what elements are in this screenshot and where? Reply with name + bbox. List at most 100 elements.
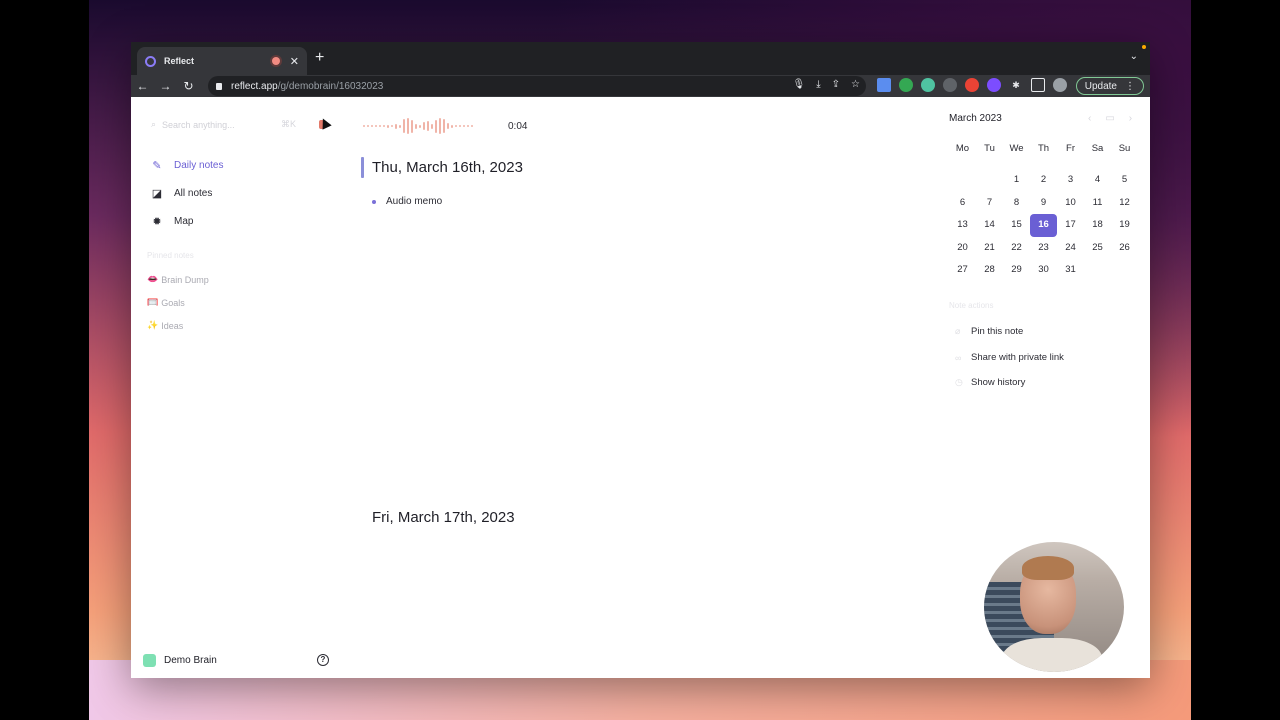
forward-button[interactable]: → bbox=[154, 79, 177, 93]
waveform-bar bbox=[391, 125, 393, 127]
pin-note-action[interactable]: ⌀ Pin this note bbox=[955, 326, 1023, 337]
calendar-day[interactable]: 20 bbox=[949, 237, 976, 260]
calendar-day[interactable]: 7 bbox=[976, 192, 1003, 215]
profile-avatar[interactable] bbox=[1053, 78, 1067, 92]
note-actions-heading: Note actions bbox=[949, 301, 994, 310]
share-icon[interactable]: ⇪ bbox=[832, 79, 840, 90]
sidebar-item-label: Daily notes bbox=[174, 160, 224, 171]
grammar-extension-icon[interactable] bbox=[921, 78, 935, 92]
calendar-day[interactable]: 25 bbox=[1084, 237, 1111, 260]
purple-extension-icon[interactable] bbox=[987, 78, 1001, 92]
calendar-day[interactable]: 19 bbox=[1111, 214, 1138, 237]
pinned-note-ideas[interactable]: ✨ Ideas bbox=[147, 320, 183, 331]
waveform-bar bbox=[375, 125, 377, 127]
calendar-weekday: Tu bbox=[984, 143, 995, 154]
calendar-month-title: March 2023 bbox=[949, 113, 1002, 124]
bookmark-star-icon[interactable]: ☆ bbox=[851, 79, 860, 90]
calendar-day[interactable]: 18 bbox=[1084, 214, 1111, 237]
share-link-action[interactable]: ∞ Share with private link bbox=[955, 352, 1064, 363]
waveform-bar bbox=[451, 124, 453, 128]
waveform-bar bbox=[411, 119, 413, 133]
calendar-day[interactable]: 21 bbox=[976, 237, 1003, 260]
omnibox-actions: 🎙 ⤓ ⇪ ☆ bbox=[793, 79, 860, 90]
sidepanel-icon[interactable] bbox=[1031, 78, 1045, 92]
back-button[interactable]: ← bbox=[131, 79, 154, 93]
search-bar[interactable]: ⌕ Search anything... ⌘K bbox=[151, 119, 296, 130]
waveform-bar bbox=[435, 119, 437, 133]
pinned-note-goals[interactable]: 🥅 Goals bbox=[147, 297, 185, 308]
calendar-day[interactable]: 10 bbox=[1057, 192, 1084, 215]
sidebar-item-all-notes[interactable]: ◪ All notes bbox=[151, 187, 213, 200]
waveform-bar bbox=[403, 119, 405, 133]
prev-month-icon[interactable]: ‹ bbox=[1088, 113, 1091, 124]
waveform-bar bbox=[415, 123, 417, 129]
calendar-day[interactable]: 31 bbox=[1057, 259, 1084, 282]
calendar-day[interactable]: 26 bbox=[1111, 237, 1138, 260]
show-history-action[interactable]: ◷ Show history bbox=[955, 377, 1025, 388]
calendar-day[interactable]: 6 bbox=[949, 192, 976, 215]
tab-reflect[interactable]: Reflect ✕ bbox=[137, 47, 307, 75]
calendar-day[interactable]: 13 bbox=[949, 214, 976, 237]
waveform-bar bbox=[399, 124, 401, 128]
calendar-day[interactable]: 3 bbox=[1057, 169, 1084, 192]
action-label: Share with private link bbox=[971, 352, 1064, 363]
calendar-day[interactable]: 2 bbox=[1030, 169, 1057, 192]
sidebar-item-map[interactable]: ✹ Map bbox=[151, 215, 193, 228]
calendar-day[interactable]: 28 bbox=[976, 259, 1003, 282]
calendar-weekday: Mo bbox=[955, 143, 970, 154]
calendar-day[interactable]: 22 bbox=[1003, 237, 1030, 260]
info-extension-icon[interactable] bbox=[943, 78, 957, 92]
tab-search-chevron-icon[interactable]: ⌄ bbox=[1130, 51, 1138, 62]
update-button[interactable]: Update ⋮ bbox=[1075, 77, 1144, 95]
calendar-day[interactable]: 24 bbox=[1057, 237, 1084, 260]
goal-net-emoji-icon: 🥅 bbox=[147, 297, 159, 307]
note-bullet-item[interactable]: Audio memo bbox=[372, 196, 442, 207]
daily-note-title: Thu, March 16th, 2023 bbox=[372, 159, 523, 176]
calendar-day[interactable]: 27 bbox=[949, 259, 976, 282]
pinned-note-label: Goals bbox=[161, 297, 185, 308]
link-icon: ∞ bbox=[955, 352, 962, 363]
address-bar[interactable]: reflect.app/g/demobrain/16032023 🎙 ⤓ ⇪ ☆ bbox=[208, 76, 866, 96]
waveform-bar bbox=[367, 125, 369, 127]
calendar-day-selected[interactable]: 16 bbox=[1030, 214, 1057, 237]
calendar-day[interactable]: 23 bbox=[1030, 237, 1057, 260]
calendar-day[interactable]: 30 bbox=[1030, 259, 1057, 282]
microphone-icon[interactable]: 🎙 bbox=[793, 79, 806, 90]
close-tab-icon[interactable]: ✕ bbox=[290, 55, 299, 68]
calendar-day[interactable]: 15 bbox=[1003, 214, 1030, 237]
sidebar-item-label: Map bbox=[174, 216, 194, 227]
pinned-note-brain-dump[interactable]: 👄 Brain Dump bbox=[147, 274, 209, 285]
calendar-day[interactable]: 14 bbox=[976, 214, 1003, 237]
new-tab-button[interactable]: + bbox=[315, 49, 324, 67]
help-button[interactable]: ? bbox=[317, 654, 329, 666]
search-placeholder: Search anything... bbox=[162, 119, 235, 130]
calendar-day[interactable]: 8 bbox=[1003, 192, 1030, 215]
calendar-today-icon[interactable]: ▭ bbox=[1105, 113, 1114, 124]
brain-color-swatch bbox=[143, 654, 156, 667]
waveform-bar bbox=[379, 125, 381, 127]
waveform-bar bbox=[427, 121, 429, 131]
red-extension-icon[interactable] bbox=[965, 78, 979, 92]
calendar-day[interactable]: 4 bbox=[1084, 169, 1111, 192]
puzzle-extensions-icon[interactable]: ✱ bbox=[1009, 78, 1023, 92]
recording-time: 0:04 bbox=[508, 121, 528, 132]
calendar-day[interactable]: 11 bbox=[1084, 192, 1111, 215]
brain-name: Demo Brain bbox=[164, 655, 217, 666]
install-app-icon[interactable]: ⤓ bbox=[816, 79, 820, 90]
calendar-day[interactable]: 9 bbox=[1030, 192, 1057, 215]
reload-button[interactable]: ↻ bbox=[177, 79, 200, 93]
brain-switcher[interactable]: Demo Brain bbox=[143, 654, 217, 667]
translate-extension-icon[interactable] bbox=[877, 78, 891, 92]
audio-waveform bbox=[363, 117, 473, 135]
audio-extension-icon[interactable] bbox=[899, 78, 913, 92]
pinned-notes-heading: Pinned notes bbox=[147, 251, 194, 260]
calendar-day[interactable]: 12 bbox=[1111, 192, 1138, 215]
calendar-day[interactable]: 17 bbox=[1057, 214, 1084, 237]
calendar-blank bbox=[976, 169, 1003, 192]
waveform-bar bbox=[431, 123, 433, 129]
calendar-day[interactable]: 29 bbox=[1003, 259, 1030, 282]
sidebar-item-daily-notes[interactable]: ✎ Daily notes bbox=[151, 159, 223, 172]
calendar-day[interactable]: 5 bbox=[1111, 169, 1138, 192]
calendar-day[interactable]: 1 bbox=[1003, 169, 1030, 192]
next-month-icon[interactable]: › bbox=[1129, 113, 1132, 124]
